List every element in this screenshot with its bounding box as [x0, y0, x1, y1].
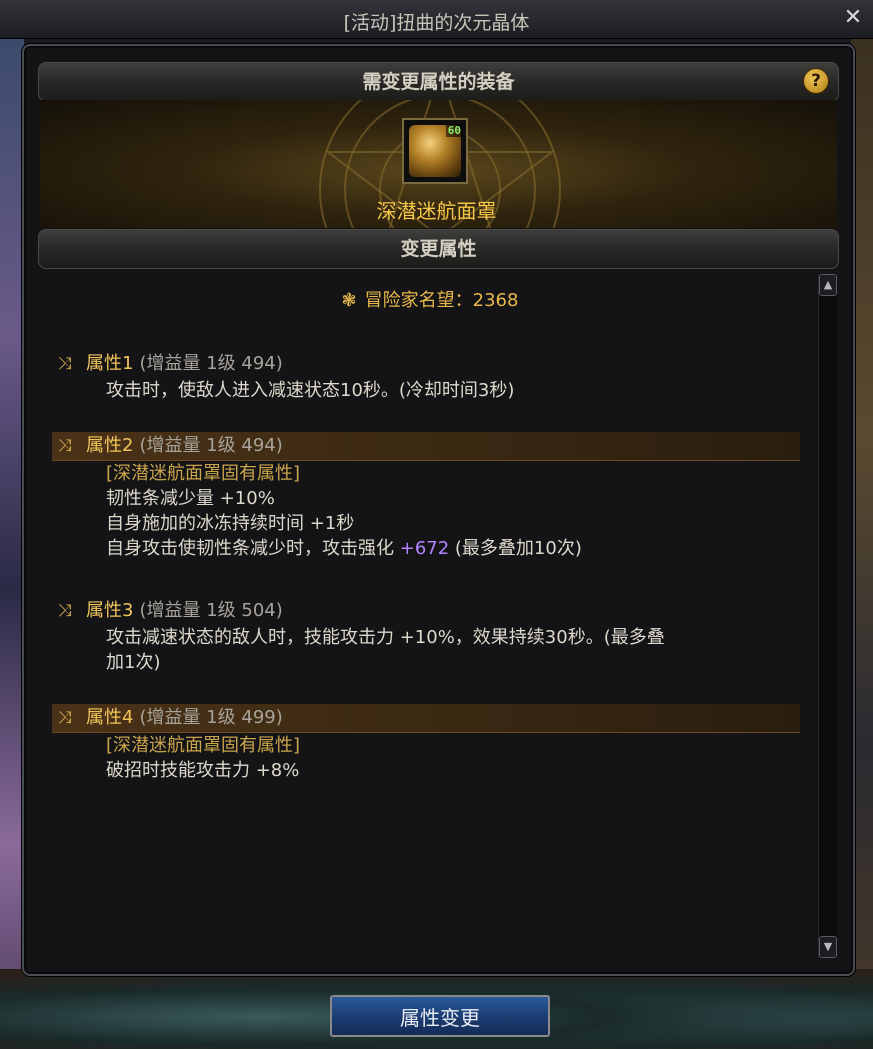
attribute-title: 属性4	[86, 707, 134, 728]
equipment-section-header: 需变更属性的装备 ?	[38, 62, 839, 102]
attribute-gain: (增益量 1级 504)	[139, 600, 283, 621]
attribute-effect: 自身攻击使韧性条减少时，攻击强化 +672 (最多叠加10次)	[52, 536, 800, 561]
scroll-down-icon[interactable]: ▼	[819, 936, 837, 958]
shuffle-icon: ⤨	[58, 436, 72, 456]
attribute-title: 属性2	[86, 435, 134, 456]
shuffle-icon: ⤨	[58, 601, 72, 621]
attribute-title: 属性3	[86, 600, 134, 621]
effect-text: 自身攻击使韧性条减少时，攻击强化	[106, 538, 400, 559]
reputation-icon: ❃	[341, 290, 357, 311]
attribute-title: 属性1	[86, 353, 134, 374]
scroll-up-icon[interactable]: ▲	[819, 274, 837, 296]
effect-text-suffix: (最多叠加10次)	[449, 538, 582, 559]
attribute-effect: 破招时技能攻击力 +8%	[106, 760, 300, 781]
attribute-header: ⤨ 属性3 (增益量 1级 504)	[52, 597, 800, 625]
reputation-value: 2368	[472, 290, 519, 311]
item-level-badge: 60	[445, 124, 463, 137]
change-attribute-button[interactable]: 属性变更	[330, 995, 550, 1037]
attribute-item[interactable]: ⤨ 属性3 (增益量 1级 504) 攻击减速状态的敌人时，技能攻击力 +10%，效…	[52, 597, 800, 675]
window-titlebar[interactable]: [活动]扭曲的次元晶体 ✕	[0, 0, 873, 39]
attribute-list[interactable]: ❃ 冒险家名望：2368 ⤨ 属性1 (增益量 1级 494) 攻击时，使敌人进入减速…	[40, 272, 820, 962]
attribute-header: ⤨ 属性4 (增益量 1级 499)	[52, 704, 800, 733]
attribute-header: ⤨ 属性2 (增益量 1级 494)	[52, 432, 800, 461]
attribute-effect: 韧性条减少量 +10%	[106, 488, 275, 509]
item-name: 深潜迷航面罩	[376, 199, 497, 223]
shuffle-icon: ⤨	[58, 354, 72, 374]
attribute-inherent-tag: [深潜迷航面罩固有属性]	[106, 463, 301, 484]
effect-value: +672	[399, 538, 450, 559]
reputation-label: 冒险家名望	[364, 290, 455, 311]
attribute-effect: 攻击时，使敌人进入减速状态10秒。(冷却时间3秒)	[106, 380, 515, 401]
attribute-effect: 攻击减速状态的敌人时，技能攻击力 +10%，效果持续30秒。(最多叠	[106, 627, 665, 648]
attribute-item[interactable]: ⤨ 属性4 (增益量 1级 499) [深潜迷航面罩固有属性] 破招时技能攻击力 +…	[52, 704, 800, 783]
background-scenery-left	[0, 30, 24, 1049]
window-title: [活动]扭曲的次元晶体	[343, 12, 530, 34]
help-icon[interactable]: ?	[804, 69, 828, 93]
reputation-line: ❃ 冒险家名望：2368	[40, 286, 820, 312]
equipment-slot[interactable]: 60	[402, 118, 468, 184]
attribute-gain: (增益量 1级 499)	[139, 707, 283, 728]
reputation-separator: ：	[454, 290, 473, 311]
attribute-section-header: 变更属性	[38, 229, 839, 269]
attribute-header: ⤨ 属性1 (增益量 1级 494)	[52, 350, 800, 378]
equipment-section-title: 需变更属性的装备	[362, 71, 515, 93]
attribute-effect: 自身施加的冰冻持续时间 +1秒	[106, 513, 355, 534]
attribute-gain: (增益量 1级 494)	[139, 353, 283, 374]
attribute-inherent-tag: [深潜迷航面罩固有属性]	[106, 735, 301, 756]
attribute-section-title: 变更属性	[400, 238, 477, 260]
scrollbar[interactable]: ▲ ▼	[818, 274, 837, 958]
attribute-effect: 加1次)	[106, 652, 161, 673]
close-icon[interactable]: ✕	[841, 6, 865, 30]
attribute-gain: (增益量 1级 494)	[139, 435, 283, 456]
attribute-item[interactable]: ⤨ 属性2 (增益量 1级 494) [深潜迷航面罩固有属性] 韧性条减少量 +10…	[52, 432, 800, 561]
attribute-item[interactable]: ⤨ 属性1 (增益量 1级 494) 攻击时，使敌人进入减速状态10秒。(冷却时间3…	[52, 350, 800, 403]
shuffle-icon: ⤨	[58, 708, 72, 728]
